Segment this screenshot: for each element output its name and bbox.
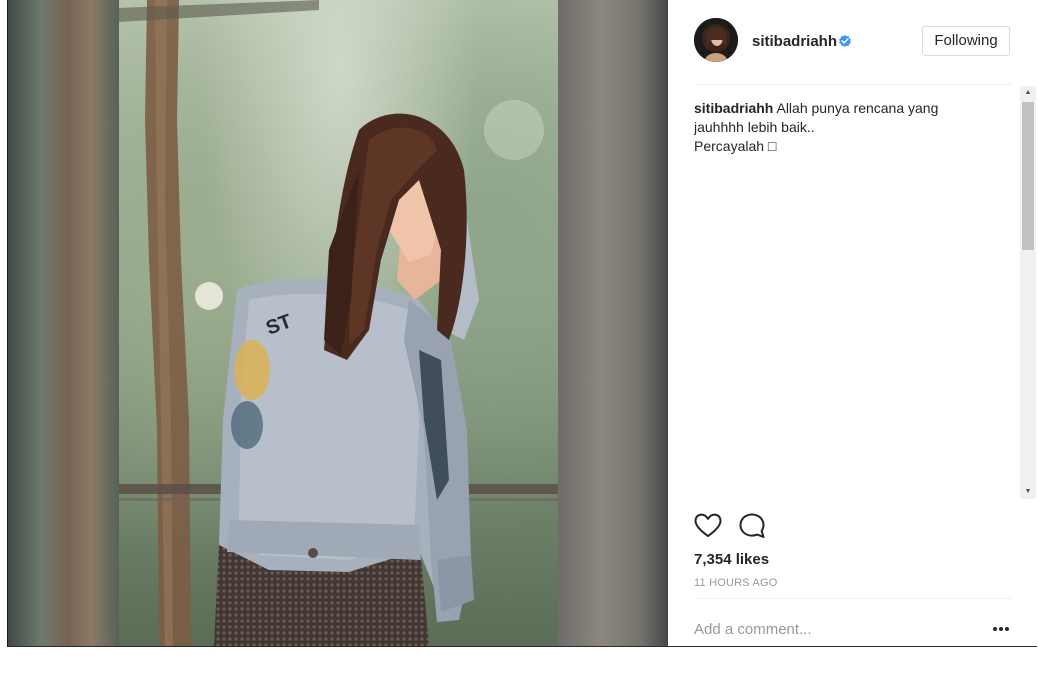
post-actions xyxy=(694,512,894,542)
post-photo[interactable]: ST xyxy=(119,0,558,646)
comment-bubble-icon[interactable] xyxy=(738,512,766,540)
photo-blur-left xyxy=(8,0,119,646)
caption-text-line1: Allah punya rencana yang xyxy=(776,100,939,116)
heart-icon[interactable] xyxy=(694,512,722,540)
footer-divider xyxy=(694,598,1012,599)
more-options-icon[interactable] xyxy=(991,622,1011,636)
comments-list[interactable]: sitibadriahh Allah punya rencana yang ja… xyxy=(694,86,1012,498)
caption-username[interactable]: sitibadriahh xyxy=(694,100,773,116)
post-username[interactable]: sitibadriahh xyxy=(752,33,837,50)
post-modal: ST sitibadriahh Following sitibadriahh A… xyxy=(7,0,1037,647)
following-button[interactable]: Following xyxy=(922,26,1010,56)
scroll-thumb[interactable] xyxy=(1022,102,1034,250)
scroll-down-arrow-icon[interactable]: ▼ xyxy=(1020,485,1036,499)
post-header: sitibadriahh Following xyxy=(694,18,1012,66)
comments-scrollbar[interactable]: ▲ ▼ xyxy=(1020,86,1036,499)
post-photo-image: ST xyxy=(119,0,558,646)
likes-count[interactable]: 7,354 likes xyxy=(694,551,769,568)
caption-text-line3: Percayalah □ xyxy=(694,138,777,154)
post-timestamp[interactable]: 11 HOURS AGO xyxy=(694,577,778,589)
avatar[interactable] xyxy=(694,18,738,62)
scroll-up-arrow-icon[interactable]: ▲ xyxy=(1020,86,1036,100)
photo-blur-right xyxy=(558,0,668,646)
post-details-panel: sitibadriahh Following sitibadriahh Alla… xyxy=(668,0,1037,646)
avatar-image xyxy=(694,18,738,62)
post-photo-area: ST xyxy=(8,0,668,646)
header-divider xyxy=(694,84,1012,85)
post-caption: sitibadriahh Allah punya rencana yang ja… xyxy=(694,86,994,156)
verified-badge-icon xyxy=(839,35,851,47)
caption-text-line2: jauhhhh lebih baik.. xyxy=(694,119,815,135)
comment-input[interactable] xyxy=(694,616,974,642)
